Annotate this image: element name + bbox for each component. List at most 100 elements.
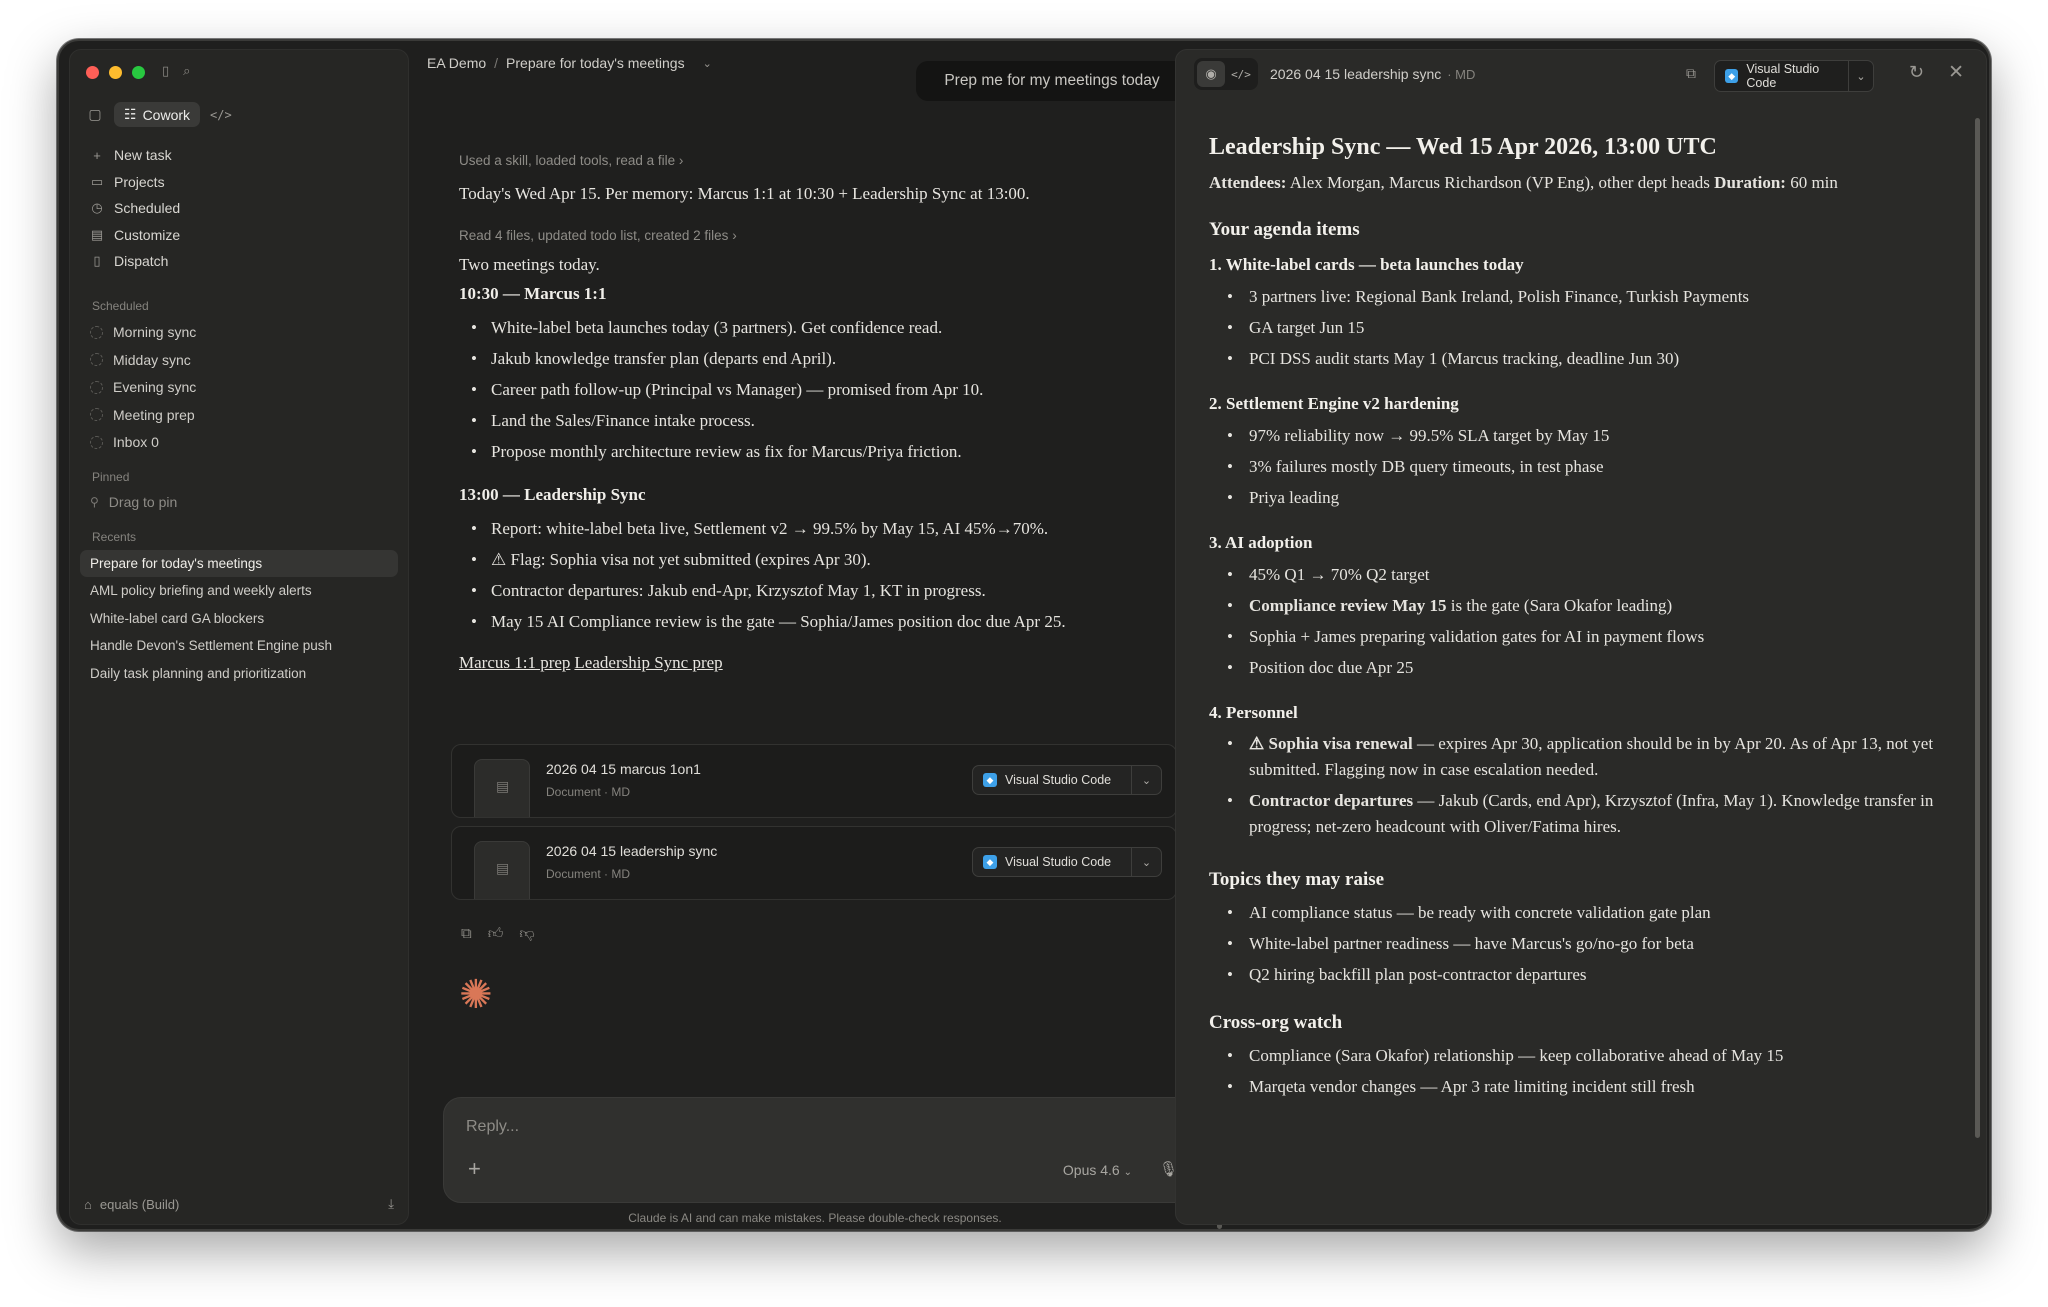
assistant-message: Used a skill, loaded tools, read a file … (459, 153, 1179, 673)
download-icon[interactable]: ⤓ (388, 1196, 394, 1212)
scheduled-item-inbox-0[interactable]: Inbox 0 (80, 429, 398, 457)
search-icon[interactable]: ⌕ (183, 63, 190, 79)
sidebar-item-projects[interactable]: ▭ Projects (80, 169, 398, 196)
schedule-status-icon (90, 380, 103, 394)
list-item: 3% failures mostly DB query timeouts, in… (1209, 451, 1949, 482)
chevron-right-icon: › (732, 228, 737, 243)
sidebar-item-scheduled[interactable]: ◷ Scheduled (80, 195, 398, 222)
sidebar-item-new-task[interactable]: + New task (80, 142, 398, 169)
agenda-section-3: 3. AI adoption (1209, 533, 1313, 552)
app-window: ▯ ⌕ ▢ ☷ Cowork </> + New task ▭ Projects… (57, 39, 1991, 1231)
topics-heading: Topics they may raise (1209, 869, 1385, 890)
scheduled-item-midday-sync[interactable]: Midday sync (80, 346, 398, 374)
chevron-down-icon[interactable]: ⌄ (1131, 848, 1161, 876)
workspace-selector[interactable]: ⌂ equals (Build) (84, 1197, 179, 1212)
open-in-vscode-button[interactable]: ◆ Visual Studio Code ⌄ (972, 847, 1162, 877)
scheduled-item-evening-sync[interactable]: Evening sync (80, 374, 398, 402)
sidebar-item-label: Scheduled (114, 200, 181, 217)
chevron-down-icon[interactable]: ⌄ (1848, 61, 1873, 91)
list-item: Priya leading (1209, 482, 1949, 513)
source-code-icon[interactable]: </> (1227, 61, 1255, 87)
intro-text: Today's Wed Apr 15. Per memory: Marcus 1… (459, 184, 1030, 203)
tool-summary-1[interactable]: Used a skill, loaded tools, read a file … (459, 153, 1179, 168)
model-selector[interactable]: Opus 4.6 ⌄ (1063, 1162, 1132, 1178)
sidebar-item-dispatch[interactable]: ▯ Dispatch (80, 248, 398, 275)
cowork-mode-button[interactable]: ☷ Cowork (114, 102, 201, 127)
meeting1-list: White-label beta launches today (3 partn… (459, 312, 1179, 467)
sidebar-toggle-icon[interactable]: ▯ (162, 63, 169, 79)
scheduled-section-label: Scheduled (92, 298, 149, 313)
close-icon[interactable]: ✕ (1948, 61, 1964, 84)
add-attachment-icon[interactable]: + (468, 1156, 481, 1182)
chevron-right-icon: › (678, 153, 684, 168)
recent-item-aml-briefing[interactable]: AML policy briefing and weekly alerts (80, 577, 398, 605)
list-item: Propose monthly architecture review as f… (459, 436, 1179, 467)
reply-input[interactable]: Reply... (466, 1118, 519, 1136)
breadcrumb-separator: / (494, 55, 499, 71)
document-icon: ▤ (496, 778, 510, 794)
code-icon[interactable]: </> (210, 108, 232, 122)
scheduled-item-label: Meeting prep (113, 406, 195, 423)
drag-to-pin-hint: ⚲ Drag to pin (80, 488, 398, 516)
list-item: PCI DSS audit starts May 1 (Marcus track… (1209, 343, 1949, 374)
chat-icon[interactable]: ▢ (86, 106, 104, 123)
phone-icon: ▯ (93, 253, 101, 269)
sidebar-item-label: New task (114, 147, 172, 164)
open-in-vscode-button[interactable]: ◆ Visual Studio Code ⌄ (972, 765, 1162, 795)
duration-label: Duration: (1714, 173, 1786, 192)
schedule-status-icon (90, 325, 103, 339)
preview-eye-icon[interactable]: ◉ (1197, 61, 1225, 87)
cowork-label: Cowork (142, 106, 191, 123)
item-text: is the gate (Sara Okafor leading) (1446, 596, 1673, 615)
chevron-down-icon: ⌄ (1123, 1167, 1132, 1178)
leadership-prep-link[interactable]: Leadership Sync prep (574, 653, 722, 672)
doc-heading: Leadership Sync — Wed 15 Apr 2026, 13:00… (1209, 134, 1717, 160)
close-window-button[interactable] (86, 66, 99, 79)
minimize-window-button[interactable] (109, 66, 122, 79)
list-item: 45% Q1 → 70% Q2 target (1209, 559, 1949, 590)
list-item: ⚠ Flag: Sophia visa not yet submitted (e… (459, 544, 1179, 575)
file-card-leadership[interactable]: ▤ 2026 04 15 leadership sync Document · … (451, 826, 1177, 900)
list-item: 97% reliability now → 99.5% SLA target b… (1209, 420, 1949, 451)
summary-text: Two meetings today. (459, 255, 600, 274)
list-item: Position doc due Apr 25 (1209, 652, 1949, 683)
recent-item-daily-planning[interactable]: Daily task planning and prioritization (80, 660, 398, 688)
pinned-hint-label: Drag to pin (108, 493, 178, 510)
scheduled-item-morning-sync[interactable]: Morning sync (80, 319, 398, 347)
doc-attendees: Attendees: Alex Morgan, Marcus Richardso… (1209, 173, 1949, 193)
document-icon: ▤ (496, 860, 510, 876)
chevron-down-icon[interactable]: ⌄ (703, 57, 712, 70)
zoom-window-button[interactable] (132, 66, 145, 79)
vscode-icon: ◆ (983, 855, 997, 869)
thumbs-down-icon[interactable]: 👎︎ (519, 925, 534, 943)
breadcrumb-root[interactable]: EA Demo (427, 55, 486, 71)
list-item: Compliance (Sara Okafor) relationship — … (1209, 1040, 1949, 1071)
refresh-icon[interactable]: ↻ (1909, 62, 1924, 83)
window-controls (86, 66, 145, 79)
reply-composer[interactable]: Reply... + Opus 4.6 ⌄ 🎙︎ (443, 1097, 1203, 1203)
sidebar-nav: + New task ▭ Projects ◷ Scheduled ▤ Cust… (80, 142, 398, 687)
sidebar-item-customize[interactable]: ▤ Customize (80, 222, 398, 249)
breadcrumb-current[interactable]: Prepare for today's meetings (506, 55, 685, 71)
recent-item-settlement-engine[interactable]: Handle Devon's Settlement Engine push (80, 632, 398, 660)
open-in-vscode-button[interactable]: ◆ Visual Studio Code ⌄ (1714, 60, 1874, 92)
recent-item-prepare-meetings[interactable]: Prepare for today's meetings (80, 549, 398, 577)
doc-scrollbar[interactable] (1975, 118, 1980, 1138)
topics-list: AI compliance status — be ready with con… (1209, 897, 1949, 990)
scheduled-item-meeting-prep[interactable]: Meeting prep (80, 401, 398, 429)
marcus-prep-link[interactable]: Marcus 1:1 prep (459, 653, 570, 672)
bold-text: Compliance review May 15 (1249, 596, 1447, 615)
chevron-down-icon[interactable]: ⌄ (1131, 766, 1161, 794)
copy-icon[interactable]: ⧉ (461, 925, 472, 943)
file-card-marcus[interactable]: ▤ 2026 04 15 marcus 1on1 Document · MD ◆… (451, 744, 1177, 818)
thumbs-up-icon[interactable]: 👍︎ (488, 925, 504, 943)
tool-summary-2[interactable]: Read 4 files, updated todo list, created… (459, 228, 1179, 243)
list-item: ⚠ Sophia visa renewal — expires Apr 30, … (1209, 731, 1949, 783)
copy-icon[interactable]: ⧉ (1686, 65, 1696, 82)
agenda-heading: Your agenda items (1209, 219, 1360, 240)
recent-item-white-label-blockers[interactable]: White-label card GA blockers (80, 605, 398, 633)
meeting2-heading: 13:00 — Leadership Sync (459, 485, 646, 504)
sidebar-item-label: Projects (114, 173, 165, 190)
bold-text: ⚠ Sophia visa renewal (1249, 734, 1413, 753)
plus-icon: + (93, 147, 101, 163)
